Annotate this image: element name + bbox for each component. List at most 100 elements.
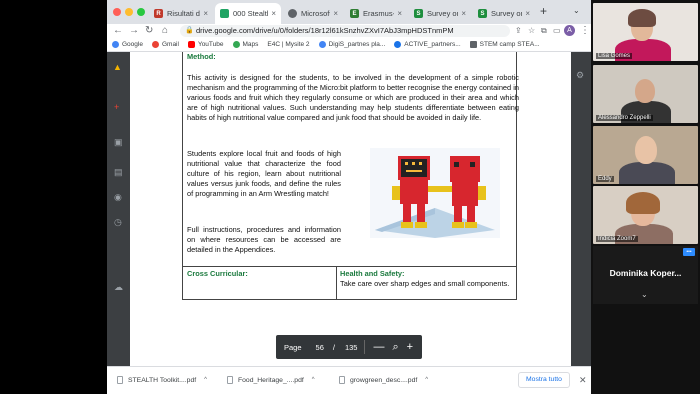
participant-name: Indicia Zoom7	[596, 236, 638, 242]
recent-icon[interactable]: ◷	[114, 217, 122, 228]
tab-risultati[interactable]: R Risultati di ×	[149, 3, 213, 24]
shared-icon[interactable]: ◉	[114, 192, 122, 203]
participant-tile[interactable]: Alessandro Zeppelli	[593, 65, 698, 123]
close-window-button[interactable]	[113, 8, 121, 16]
health-safety-text: Take care over sharp edges and small com…	[340, 279, 510, 288]
participant-tile[interactable]: Lisa Gomes	[593, 3, 698, 61]
bookmark-maps[interactable]: Maps	[232, 41, 259, 48]
cross-curricular-table: Cross Curricular: Health and Safety: Tak…	[182, 266, 517, 300]
tab-favicon-icon: S	[478, 9, 487, 18]
chevron-down-icon[interactable]: ⌄	[641, 290, 648, 299]
person-figure	[626, 192, 660, 214]
google-icon	[112, 41, 119, 48]
reload-icon[interactable]: ↻	[145, 25, 153, 37]
menu-kebab-icon[interactable]: ⋮	[580, 25, 590, 37]
bookmark-label: YouTube	[197, 41, 224, 48]
tab-survey-2[interactable]: S Survey on ×	[473, 3, 535, 24]
profile-avatar[interactable]: A	[564, 25, 575, 36]
participant-tile[interactable]: Eddy	[593, 126, 698, 184]
arm-wrestling-robots-image	[370, 148, 500, 238]
bookmark-gmail[interactable]: Gmail	[151, 41, 179, 48]
show-all-downloads-button[interactable]: Mostra tutto	[518, 372, 570, 388]
tab-close-icon[interactable]: ×	[461, 9, 466, 18]
minimize-window-button[interactable]	[125, 8, 133, 16]
bookmark-star-icon[interactable]: ☆	[528, 25, 535, 37]
address-toolbar: ← → ↻ ⌂ 🔒 drive.google.com/drive/u/0/fol…	[107, 24, 591, 38]
tab-microsoft[interactable]: Microsoft ×	[283, 3, 343, 24]
tab-favicon-icon: S	[414, 9, 423, 18]
zoom-out-button[interactable]: —	[373, 341, 384, 353]
tab-close-icon[interactable]: ×	[397, 9, 402, 18]
storage-cloud-icon[interactable]: ☁	[114, 282, 123, 293]
tab-label: Risultati di	[167, 9, 201, 18]
tab-stealth[interactable]: 000 Stealth ×	[215, 3, 281, 24]
url-text: drive.google.com/drive/u/0/folders/18r12…	[196, 26, 454, 35]
home-icon[interactable]: ⌂	[162, 25, 168, 37]
download-item[interactable]: STEALTH Toolkit....pdf ^	[117, 376, 207, 384]
cross-curricular-label: Cross Curricular:	[187, 269, 248, 278]
chevron-up-icon[interactable]: ^	[425, 377, 428, 383]
pdf-viewer: ▲ + ▣ ▤ ◉ ◷ ☁ ⚙ Method: This activity is…	[107, 52, 591, 366]
download-item[interactable]: Food_Heritage_....pdf ^	[227, 376, 315, 384]
lock-icon[interactable]: 🔒	[185, 25, 194, 37]
forward-icon[interactable]: →	[129, 25, 139, 37]
tab-erasmus[interactable]: E Erasmus+ ×	[345, 3, 407, 24]
tab-close-icon[interactable]: ×	[333, 9, 338, 18]
bookmark-label: STEM camp STEA...	[479, 41, 540, 48]
participant-tile[interactable]: Indicia Zoom7	[593, 186, 698, 244]
tab-label: Microsoft	[301, 9, 331, 18]
downloads-bar: STEALTH Toolkit....pdf ^ Food_Heritage_.…	[107, 366, 591, 394]
new-tab-button[interactable]: +	[540, 4, 547, 18]
person-figure	[635, 136, 657, 164]
drive-sidebar-shade: ▲ + ▣ ▤ ◉ ◷ ☁	[107, 52, 130, 366]
magnifier-icon[interactable]: ⌕	[392, 341, 398, 353]
zoom-participants-panel: Lisa Gomes Alessandro Zeppelli Eddy Indi…	[591, 0, 700, 394]
bookmark-label: ACTIVE_partners...	[404, 41, 461, 48]
bookmark-e4c[interactable]: E4C | Mysite 2	[267, 41, 309, 48]
tab-label: 000 Stealth	[233, 9, 269, 18]
tab-search-icon[interactable]: ⌄	[573, 6, 580, 15]
bookmark-label: Maps	[242, 41, 259, 48]
gmail-icon	[151, 41, 159, 48]
download-item[interactable]: growgreen_desc....pdf ^	[339, 376, 428, 384]
bookmark-youtube[interactable]: YouTube	[187, 41, 224, 48]
page-number-input[interactable]: 56	[316, 343, 324, 352]
my-drive-icon[interactable]: ▣	[114, 137, 123, 148]
person-figure	[619, 162, 675, 184]
tab-close-icon[interactable]: ×	[525, 9, 530, 18]
page-total: 135	[344, 342, 358, 352]
extensions-icon[interactable]: ⧉	[541, 25, 547, 37]
pdf-file-icon	[227, 376, 233, 384]
bookmarks-bar: Google Gmail YouTube Maps E4C | Mysite 2…	[107, 38, 591, 52]
cloud-icon	[318, 41, 326, 48]
chevron-up-icon[interactable]: ^	[312, 377, 315, 383]
back-icon[interactable]: ←	[113, 25, 123, 37]
bookmark-active[interactable]: ACTIVE_partners...	[394, 41, 461, 48]
tab-survey-1[interactable]: S Survey on ×	[409, 3, 471, 24]
cloud-icon	[394, 41, 402, 48]
bookmark-label: Google	[122, 41, 143, 48]
maximize-window-button[interactable]	[137, 8, 145, 16]
chevron-up-icon[interactable]: ^	[204, 377, 207, 383]
share-icon[interactable]: ⇪	[515, 25, 522, 37]
close-downloads-icon[interactable]: ✕	[579, 375, 587, 386]
person-figure	[635, 79, 655, 103]
address-bar[interactable]: 🔒 drive.google.com/drive/u/0/folders/18r…	[180, 25, 510, 37]
bookmark-google[interactable]: Google	[112, 41, 143, 48]
bookmark-stem[interactable]: STEM camp STEA...	[469, 41, 540, 48]
computers-icon[interactable]: ▤	[114, 167, 123, 178]
tab-close-icon[interactable]: ×	[271, 9, 276, 18]
table-border-left	[182, 52, 183, 266]
more-options-icon[interactable]: •••	[683, 248, 695, 256]
instructions-paragraph: Full instructions, procedures and inform…	[187, 225, 341, 255]
tab-favicon-icon: E	[350, 9, 359, 18]
tab-close-icon[interactable]: ×	[203, 9, 208, 18]
new-plus-icon[interactable]: +	[114, 102, 119, 112]
settings-gear-icon[interactable]: ⚙	[576, 70, 584, 81]
method-heading: Method:	[187, 52, 216, 61]
drive-right-shade: ⚙	[571, 52, 591, 366]
reading-list-icon[interactable]: ▭	[553, 25, 561, 37]
zoom-in-button[interactable]: +	[407, 341, 413, 353]
bookmark-digis[interactable]: DigiS_partnes pla...	[318, 41, 385, 48]
health-safety-heading: Health and Safety:	[340, 269, 405, 278]
